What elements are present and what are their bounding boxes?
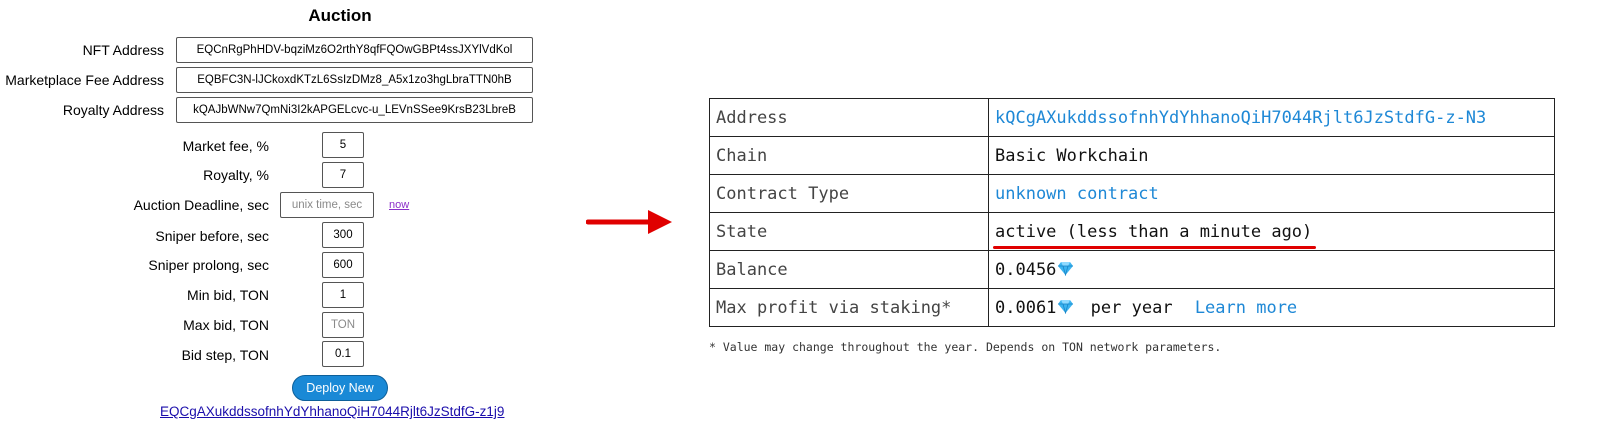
- chain-value: Basic Workchain: [988, 136, 1555, 175]
- table-row: Chain Basic Workchain: [709, 136, 1555, 175]
- max-bid-input[interactable]: TON: [322, 312, 364, 338]
- diamond-icon: [1058, 299, 1074, 314]
- marketplace-fee-address-label: Marketplace Fee Address: [5, 72, 164, 88]
- royalty-input[interactable]: 7: [322, 162, 364, 188]
- min-bid-input[interactable]: 1: [322, 282, 364, 308]
- learn-more-link[interactable]: Learn more: [1195, 298, 1297, 318]
- min-bid-label: Min bid, TON: [187, 287, 269, 303]
- sniper-prolong-input[interactable]: 600: [322, 252, 364, 278]
- chain-key: Chain: [709, 136, 989, 175]
- royalty-label: Royalty, %: [203, 167, 269, 183]
- auction-deadline-label: Auction Deadline, sec: [133, 197, 269, 213]
- per-year-text: per year: [1090, 297, 1173, 318]
- sniper-before-input[interactable]: 300: [322, 222, 364, 248]
- state-key: State: [709, 212, 989, 251]
- table-row: Address kQCgAXukddssofnhYdYhhanoQiH7044R…: [709, 98, 1555, 137]
- contract-type-value-cell: unknown contract: [988, 174, 1555, 213]
- max-bid-label: Max bid, TON: [183, 317, 269, 333]
- table-row: State active (less than a minute ago): [709, 212, 1555, 251]
- max-profit-value-cell: 0.0061 per year Learn more: [988, 288, 1555, 327]
- balance-value-cell: 0.0456: [988, 250, 1555, 289]
- staking-footnote: * Value may change throughout the year. …: [709, 340, 1222, 354]
- balance-key: Balance: [709, 250, 989, 289]
- state-value-cell: active (less than a minute ago): [988, 212, 1555, 251]
- bid-step-label: Bid step, TON: [181, 347, 269, 363]
- sniper-prolong-label: Sniper prolong, sec: [148, 257, 269, 273]
- state-value: active (less than a minute ago): [992, 221, 1317, 249]
- royalty-address-input[interactable]: kQAJbWNw7QmNi3I2kAPGELcvc-u_LEVnSSee9Krs…: [176, 97, 533, 123]
- balance-value: 0.0456: [995, 259, 1057, 280]
- deploy-new-button[interactable]: Deploy New: [292, 375, 388, 401]
- contract-type-key: Contract Type: [709, 174, 989, 213]
- bid-step-input[interactable]: 0.1: [322, 341, 364, 367]
- arrow-right-icon: [586, 210, 672, 234]
- nft-address-label: NFT Address: [82, 42, 164, 58]
- table-row: Contract Type unknown contract: [709, 174, 1555, 213]
- diamond-icon: [1058, 261, 1074, 276]
- nft-address-input[interactable]: EQCnRgPhHDV-bqziMz6O2rthY8qfFQOwGBPt4ssJ…: [176, 37, 533, 63]
- auction-deadline-input[interactable]: unix time, sec: [280, 192, 374, 218]
- form-title: Auction: [308, 6, 372, 25]
- sniper-before-label: Sniper before, sec: [155, 228, 269, 244]
- market-fee-label: Market fee, %: [182, 138, 269, 154]
- contract-info-table: Address kQCgAXukddssofnhYdYhhanoQiH7044R…: [709, 98, 1555, 327]
- table-row: Balance 0.0456: [709, 250, 1555, 289]
- now-link[interactable]: now: [389, 199, 409, 211]
- deployed-address-link[interactable]: EQCgAXukddssofnhYdYhhanoQiH7044Rjlt6JzSt…: [160, 404, 504, 419]
- market-fee-input[interactable]: 5: [322, 132, 364, 158]
- max-profit-value: 0.0061: [995, 297, 1057, 318]
- marketplace-fee-address-input[interactable]: EQBFC3N-lJCkoxdKTzL6SsIzDMz8_A5x1zo3hgLb…: [176, 67, 533, 93]
- contract-type-link[interactable]: unknown contract: [995, 184, 1159, 204]
- table-row: Max profit via staking* 0.0061 per year …: [709, 288, 1555, 327]
- address-key: Address: [709, 98, 989, 137]
- max-profit-key: Max profit via staking*: [709, 288, 989, 327]
- royalty-address-label: Royalty Address: [62, 102, 164, 118]
- address-value-cell: kQCgAXukddssofnhYdYhhanoQiH7044Rjlt6JzSt…: [988, 98, 1555, 137]
- contract-address-link[interactable]: kQCgAXukddssofnhYdYhhanoQiH7044Rjlt6JzSt…: [995, 108, 1486, 128]
